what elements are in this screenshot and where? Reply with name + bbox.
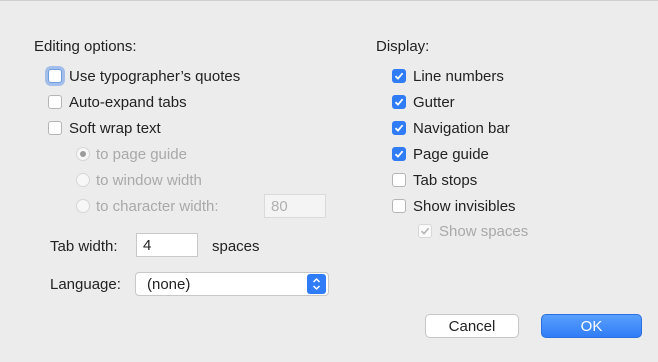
language-label: Language: <box>50 276 121 293</box>
navigation-bar-checkbox[interactable]: Navigation bar <box>392 118 510 138</box>
checkbox-box[interactable] <box>392 121 406 135</box>
checkbox-box[interactable] <box>48 69 62 83</box>
show-invisibles-label: Show invisibles <box>413 197 516 215</box>
auto-expand-tabs-checkbox[interactable]: Auto-expand tabs <box>48 92 187 112</box>
tab-stops-label: Tab stops <box>413 171 478 189</box>
line-numbers-checkbox[interactable]: Line numbers <box>392 66 504 86</box>
checkbox-box[interactable] <box>392 199 406 213</box>
page-guide-checkbox[interactable]: Page guide <box>392 144 489 164</box>
wrap-to-character-width-label: to character width: <box>96 197 219 215</box>
language-popup[interactable]: (none) <box>135 272 329 296</box>
show-spaces-label: Show spaces <box>439 222 529 240</box>
radio-button[interactable] <box>76 173 90 187</box>
use-typographers-quotes-label: Use typographer’s quotes <box>69 67 241 85</box>
show-spaces-checkbox[interactable]: Show spaces <box>418 221 528 241</box>
wrap-to-window-width-radio[interactable]: to window width <box>76 170 202 190</box>
wrap-to-page-guide-label: to page guide <box>96 145 187 163</box>
wrap-to-window-width-label: to window width <box>96 171 202 189</box>
cancel-button[interactable]: Cancel <box>425 314 519 338</box>
ok-button[interactable]: OK <box>541 314 642 338</box>
editing-options-title: Editing options: <box>34 38 137 55</box>
checkbox-box[interactable] <box>392 95 406 109</box>
radio-button[interactable] <box>76 147 90 161</box>
soft-wrap-text-checkbox[interactable]: Soft wrap text <box>48 118 161 138</box>
gutter-checkbox[interactable]: Gutter <box>392 92 455 112</box>
radio-button[interactable] <box>76 199 90 213</box>
language-value: (none) <box>147 275 191 293</box>
checkbox-box[interactable] <box>392 147 406 161</box>
display-title: Display: <box>376 38 430 55</box>
tab-width-field[interactable]: 4 <box>136 233 198 257</box>
checkbox-box[interactable] <box>392 173 406 187</box>
character-width-field[interactable]: 80 <box>264 194 326 218</box>
tab-stops-checkbox[interactable]: Tab stops <box>392 170 477 190</box>
checkbox-box[interactable] <box>48 95 62 109</box>
checkbox-box[interactable] <box>418 224 432 238</box>
auto-expand-tabs-label: Auto-expand tabs <box>69 93 187 111</box>
line-numbers-label: Line numbers <box>413 67 504 85</box>
popup-chevrons-icon <box>307 274 326 294</box>
show-invisibles-checkbox[interactable]: Show invisibles <box>392 196 516 216</box>
checkbox-box[interactable] <box>392 69 406 83</box>
soft-wrap-text-label: Soft wrap text <box>69 119 161 137</box>
tab-width-label: Tab width: <box>50 238 118 255</box>
page-guide-label: Page guide <box>413 145 489 163</box>
use-typographers-quotes-checkbox[interactable]: Use typographer’s quotes <box>48 66 240 86</box>
navigation-bar-label: Navigation bar <box>413 119 510 137</box>
tab-width-unit-label: spaces <box>212 238 260 255</box>
top-divider <box>0 0 658 1</box>
gutter-label: Gutter <box>413 93 455 111</box>
wrap-to-page-guide-radio[interactable]: to page guide <box>76 144 187 164</box>
wrap-to-character-width-radio[interactable]: to character width: <box>76 196 219 216</box>
checkbox-box[interactable] <box>48 121 62 135</box>
